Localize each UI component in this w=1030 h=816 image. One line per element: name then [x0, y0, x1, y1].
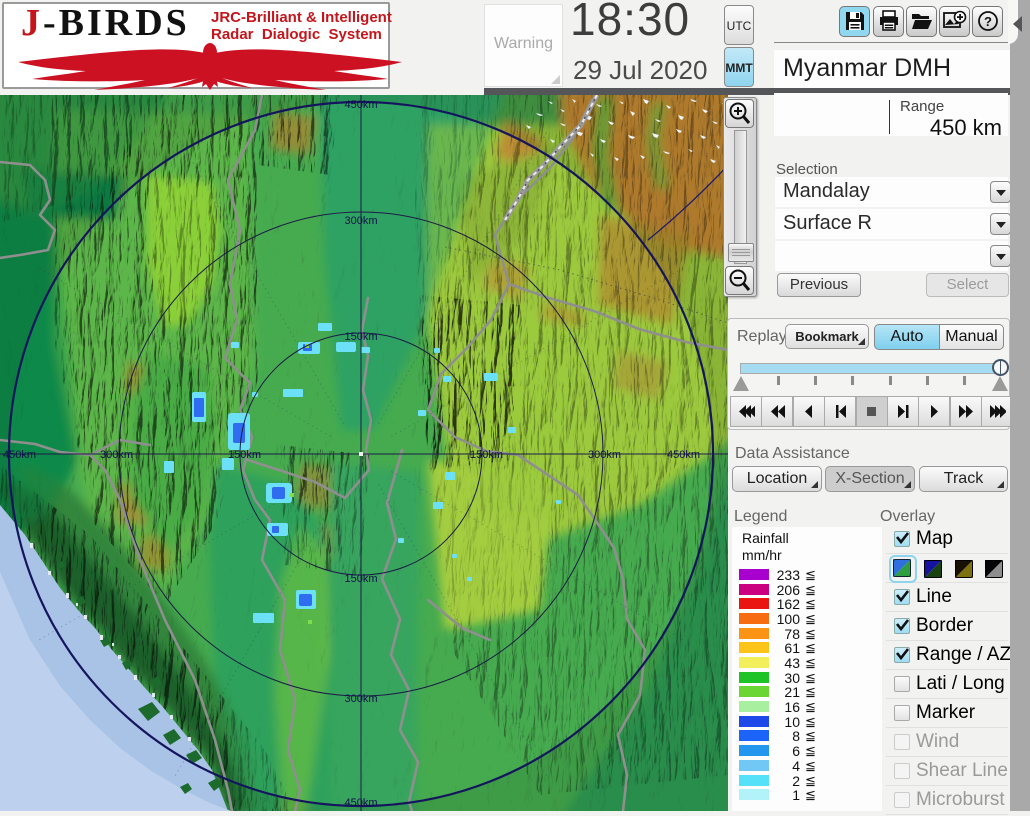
svg-text:300km: 300km — [588, 449, 621, 461]
svg-text:450km: 450km — [344, 99, 377, 111]
svg-text:450km: 450km — [3, 449, 36, 461]
svg-text:150km: 150km — [344, 331, 377, 343]
svg-text:150km: 150km — [228, 449, 261, 461]
svg-text:150km: 150km — [470, 449, 503, 461]
svg-text:150km: 150km — [344, 573, 377, 585]
svg-text:?: ? — [984, 14, 992, 29]
svg-text:450km: 450km — [667, 449, 700, 461]
svg-text:300km: 300km — [100, 449, 133, 461]
svg-text:300km: 300km — [344, 215, 377, 227]
svg-text:450km: 450km — [344, 797, 377, 809]
svg-text:300km: 300km — [344, 693, 377, 705]
